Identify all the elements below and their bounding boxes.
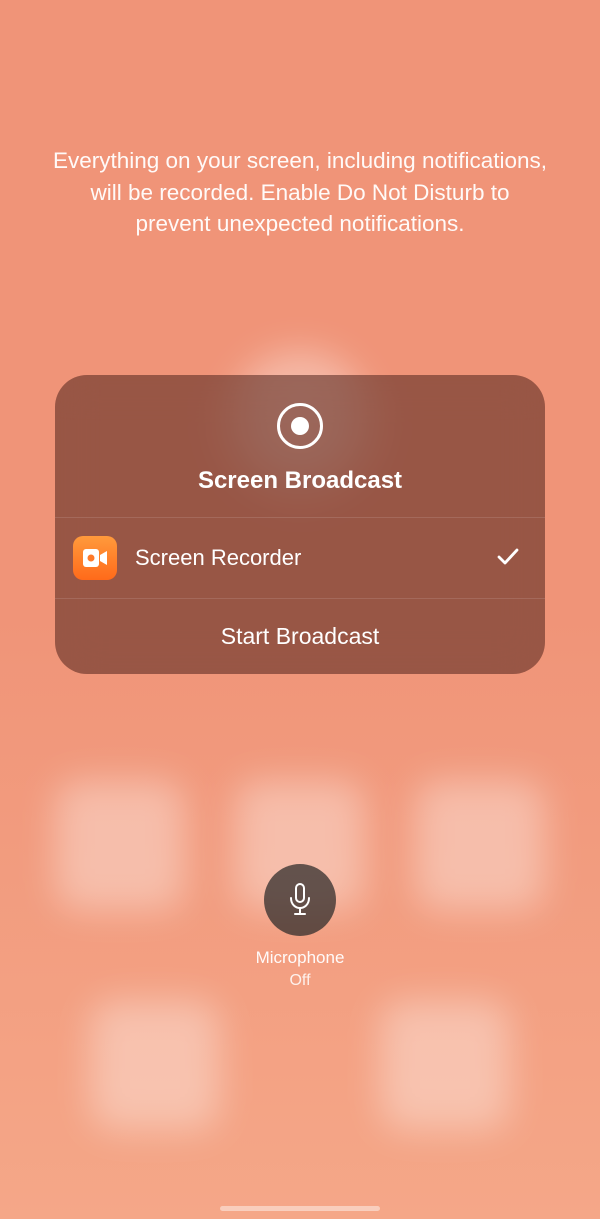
microphone-section: Microphone Off <box>256 864 345 990</box>
checkmark-icon <box>497 542 519 573</box>
app-option-screen-recorder[interactable]: Screen Recorder <box>55 518 545 599</box>
microphone-status: Off <box>289 972 310 990</box>
record-icon <box>277 403 323 449</box>
start-broadcast-button[interactable]: Start Broadcast <box>55 599 545 674</box>
broadcast-card: Screen Broadcast Screen Recorder Start B… <box>55 375 545 674</box>
card-title: Screen Broadcast <box>198 467 402 495</box>
microphone-label: Microphone <box>256 948 345 968</box>
microphone-toggle-button[interactable] <box>264 864 336 936</box>
app-name-label: Screen Recorder <box>135 545 479 571</box>
recording-disclaimer-text: Everything on your screen, including not… <box>0 145 600 240</box>
screen-recorder-app-icon <box>73 536 117 580</box>
card-header: Screen Broadcast <box>55 375 545 518</box>
microphone-icon <box>288 883 312 917</box>
videocam-icon <box>83 549 107 567</box>
